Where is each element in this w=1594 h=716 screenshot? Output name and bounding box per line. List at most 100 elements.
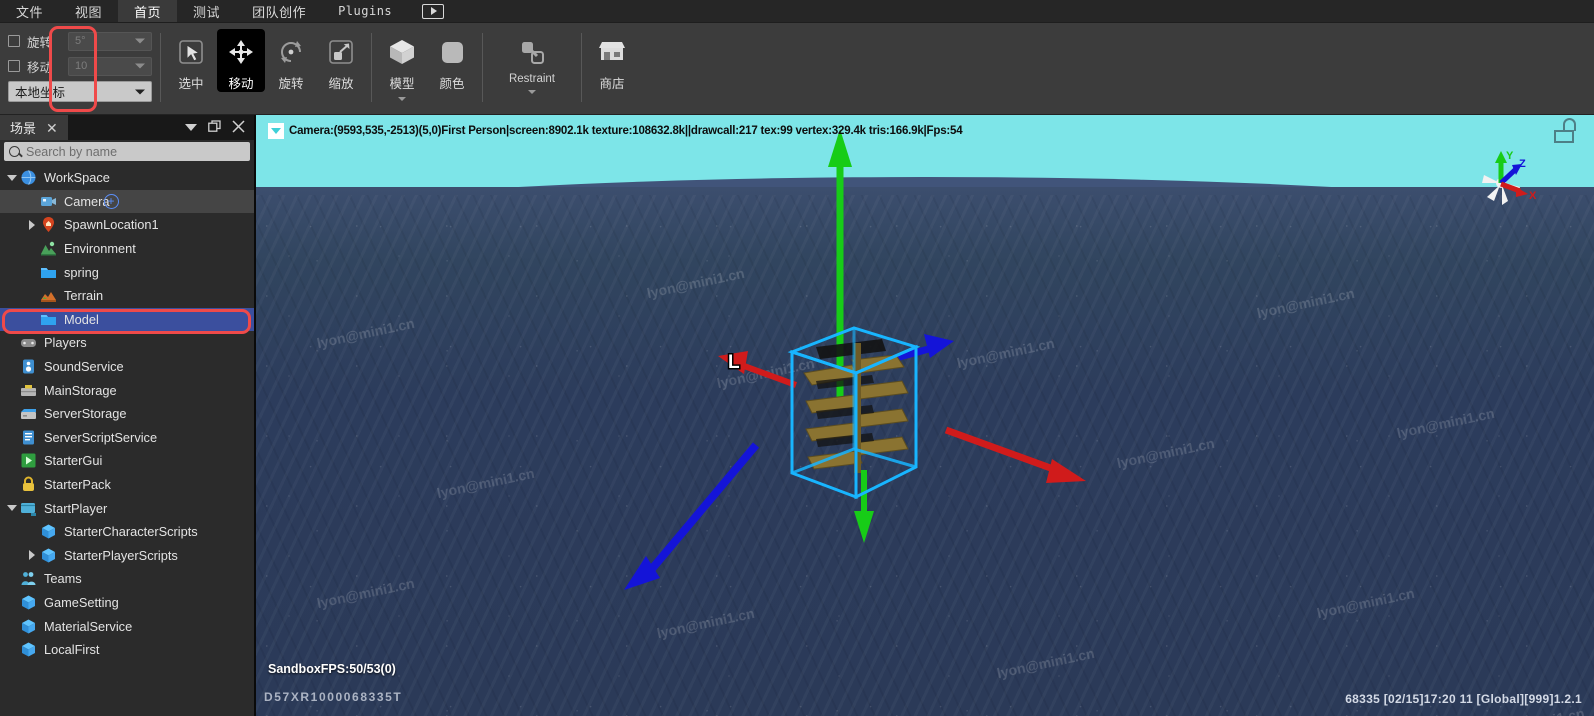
scale-icon — [324, 35, 358, 69]
tree-node[interactable]: Model — [0, 307, 254, 332]
menu-item-test[interactable]: 测试 — [177, 0, 236, 22]
tree-node[interactable]: spring — [0, 260, 254, 284]
unlock-icon[interactable] — [1554, 118, 1576, 143]
menu-item-plugins[interactable]: Plugins — [322, 0, 408, 22]
move-snap-checkbox[interactable] — [8, 60, 20, 72]
close-icon[interactable]: ✕ — [46, 121, 58, 135]
play-icon[interactable] — [422, 3, 445, 19]
server-storage-icon — [20, 405, 37, 422]
tree-node[interactable]: MainStorage — [0, 378, 254, 402]
coordinate-space-value: 本地坐标 — [15, 86, 66, 100]
move-snap-label: 移动 — [27, 60, 53, 75]
tree-node[interactable]: GameSetting — [0, 591, 254, 615]
tree-node-label: MaterialService — [44, 618, 133, 634]
menu-item-file[interactable]: 文件 — [0, 0, 59, 22]
tab-scene[interactable]: 场景 ✕ — [0, 115, 68, 140]
rotate-snap-checkbox[interactable] — [8, 35, 20, 47]
tree-node-label: LocalFirst — [44, 642, 100, 658]
rotate-snap-select[interactable]: 5° — [68, 31, 152, 51]
camera-icon — [40, 193, 57, 210]
tree-node-label: spring — [64, 264, 99, 280]
starter-gui-icon — [20, 452, 37, 469]
viewport-3d[interactable]: lyon@mini1.cn lyon@mini1.cn lyon@mini1.c… — [256, 115, 1594, 716]
sound-icon — [20, 358, 37, 375]
tree-node[interactable]: WorkSpace — [0, 166, 254, 190]
tree-node[interactable]: MaterialService — [0, 614, 254, 638]
tree-node[interactable]: SoundService — [0, 355, 254, 379]
tree-node[interactable]: StarterPlayerScripts — [0, 544, 254, 568]
color-swatch-icon — [435, 35, 469, 69]
cursor-select-icon — [174, 35, 208, 69]
tree-node[interactable]: StarterPack — [0, 473, 254, 497]
folder-cube-icon — [40, 264, 57, 281]
float-window-icon[interactable] — [208, 119, 221, 136]
folder-cube-icon — [40, 311, 57, 328]
toolbar: 旋转 5° 移动 10 本地坐标 选中 移动 旋转 缩放 模型 颜色 Restr… — [0, 23, 1594, 115]
rotate-snap-value: 5° — [75, 35, 86, 47]
tree-expand-arrow-icon[interactable] — [24, 550, 40, 561]
view-axis-gizmo[interactable]: Y Z X — [1462, 143, 1542, 215]
restraint-group: Restraint — [483, 23, 581, 114]
blue-cube-icon — [40, 547, 57, 564]
tree-node-label: StarterGui — [44, 453, 103, 469]
tree-expand-arrow-icon[interactable] — [4, 174, 20, 181]
players-gamepad-icon — [20, 334, 37, 351]
tool-move[interactable]: 移动 — [217, 29, 265, 92]
tool-color[interactable]: 颜色 — [428, 29, 476, 92]
tool-restraint[interactable]: Restraint — [489, 29, 575, 94]
tree-node-label: SpawnLocation1 — [64, 217, 159, 233]
menu-item-home[interactable]: 首页 — [118, 0, 178, 22]
tree-node[interactable]: ServerStorage — [0, 402, 254, 426]
tree-node[interactable]: Players — [0, 331, 254, 355]
tree-node[interactable]: Environment — [0, 237, 254, 261]
tool-scale-label: 缩放 — [328, 77, 354, 91]
axis-y-arrow — [828, 129, 852, 400]
tree-node-label: MainStorage — [44, 382, 117, 398]
search-input[interactable]: Search by name — [4, 142, 250, 161]
chevron-down-icon[interactable] — [398, 97, 406, 101]
tree-node[interactable]: LocalFirst — [0, 638, 254, 662]
tree-node-label: WorkSpace — [44, 170, 110, 186]
tool-store[interactable]: 商店 — [588, 29, 636, 92]
add-icon[interactable]: + — [103, 193, 119, 209]
chevron-down-icon[interactable] — [528, 90, 536, 94]
tool-rotate-label: 旋转 — [278, 77, 304, 91]
tree-node[interactable]: SpawnLocation1 — [0, 213, 254, 237]
tool-model[interactable]: 模型 — [378, 29, 426, 101]
menu-item-team-create[interactable]: 团队创作 — [236, 0, 322, 22]
scene-tree[interactable]: WorkSpace Camera + SpawnLocation1 Environmen… — [0, 164, 254, 716]
tree-expand-arrow-icon[interactable] — [24, 219, 40, 230]
tool-restraint-label: Restraint — [508, 73, 556, 85]
tree-node[interactable]: StartPlayer — [0, 496, 254, 520]
bottom-right-status: 68335 [02/15]17:20 11 [Global][999]1.2.1 — [1345, 692, 1582, 706]
tool-rotate[interactable]: 旋转 — [267, 29, 315, 92]
chevron-down-icon[interactable] — [185, 124, 197, 131]
tool-color-label: 颜色 — [439, 77, 465, 91]
tree-node[interactable]: ServerScriptService — [0, 426, 254, 450]
tree-node-label: ServerScriptService — [44, 429, 158, 445]
tool-scale[interactable]: 缩放 — [317, 29, 365, 92]
tree-node[interactable]: Teams — [0, 567, 254, 591]
camera-status-text: Camera:(9593,535,-2513)(5,0)First Person… — [289, 124, 963, 137]
move-arrows-icon — [224, 35, 258, 69]
restraint-icon — [515, 35, 549, 69]
close-icon[interactable] — [232, 119, 245, 136]
chevron-down-icon[interactable] — [268, 122, 284, 139]
tree-expand-arrow-icon[interactable] — [4, 505, 20, 512]
tree-node[interactable]: StarterCharacterScripts — [0, 520, 254, 544]
move-snap-select[interactable]: 10 — [68, 56, 152, 76]
spawn-pin-icon — [40, 216, 57, 233]
menu-item-view[interactable]: 视图 — [59, 0, 118, 22]
tool-select[interactable]: 选中 — [167, 29, 215, 92]
tab-scene-label: 场景 — [10, 121, 37, 136]
store-group: 商店 — [582, 23, 642, 114]
object-tools-group: 模型 颜色 — [372, 23, 482, 114]
tree-node[interactable]: StarterGui — [0, 449, 254, 473]
axis-local-label: L — [728, 352, 740, 373]
chevron-right-icon — [29, 550, 35, 561]
environment-icon — [40, 240, 57, 257]
scene-render: L — [624, 129, 1086, 590]
tree-node[interactable]: Camera + — [0, 189, 254, 214]
coordinate-space-select[interactable]: 本地坐标 — [8, 81, 152, 102]
tree-node[interactable]: Terrain — [0, 284, 254, 308]
